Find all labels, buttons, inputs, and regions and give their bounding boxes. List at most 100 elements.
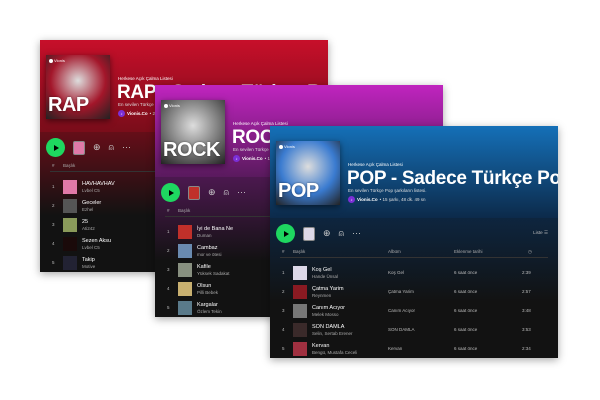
play-button[interactable] xyxy=(276,224,295,243)
col-date[interactable]: Eklenme tarihi xyxy=(454,249,483,254)
add-user-icon[interactable]: ⍝ xyxy=(109,143,114,152)
track-row[interactable]: 5 Kervan Bengü, Mustafa Ceceli Kervan 6 s… xyxy=(280,340,548,358)
more-options-icon[interactable]: ··· xyxy=(237,188,246,197)
now-playing-thumbnail[interactable] xyxy=(303,226,315,241)
playlist-type-label: Herkese Açık Çalma Listesi xyxy=(118,76,173,81)
col-album[interactable]: Albüm xyxy=(388,249,401,254)
playlist-owner: ♪ Vionis.Co • 15 şarkı, 48 dk. 49 sn xyxy=(348,196,426,203)
track-artist[interactable]: Selin, Sertab Erener xyxy=(312,331,353,336)
track-title[interactable]: Olsun xyxy=(197,283,211,289)
playlist-header: Vionis POP Herkese Açık Çalma Listesi PO… xyxy=(270,126,558,218)
now-playing-thumbnail[interactable] xyxy=(73,140,85,155)
track-number: 2 xyxy=(167,248,170,253)
track-artist[interactable]: mor ve ötesi xyxy=(197,252,222,257)
view-mode-label: Liste xyxy=(533,230,543,235)
track-artist[interactable]: Melek Mosso xyxy=(312,312,339,317)
playlist-cover: Vionis POP xyxy=(276,141,340,205)
view-mode-button[interactable]: Liste ☰ xyxy=(533,230,548,236)
col-title[interactable]: Başlık xyxy=(178,208,190,213)
brand-icon xyxy=(49,58,53,63)
download-icon[interactable]: ⊕ xyxy=(208,188,216,197)
track-thumbnail xyxy=(63,180,77,194)
more-options-icon[interactable]: ··· xyxy=(352,229,361,238)
track-duration: 2:39 xyxy=(522,270,531,275)
download-icon[interactable]: ⊕ xyxy=(93,143,101,152)
now-playing-thumbnail[interactable] xyxy=(188,185,200,200)
track-title[interactable]: Cambaz xyxy=(197,245,217,251)
track-artist[interactable]: Duman xyxy=(197,233,212,238)
track-artist[interactable]: Özlem Tekin xyxy=(197,309,222,314)
track-row[interactable]: 2 Çatma Yarim Reynmen Çatma Yarim 6 saat … xyxy=(280,283,548,301)
track-artist[interactable]: Bengü, Mustafa Ceceli xyxy=(312,350,357,355)
track-album[interactable]: SON DAMLA xyxy=(388,327,415,332)
owner-name[interactable]: Vionis.Co xyxy=(242,156,263,161)
track-thumbnail xyxy=(178,244,192,258)
add-user-icon[interactable]: ⍝ xyxy=(224,188,229,197)
track-number: 3 xyxy=(52,222,55,227)
track-artist[interactable]: Yüksek Sadakat xyxy=(197,271,230,276)
track-duration: 3:53 xyxy=(522,327,531,332)
track-artist[interactable]: Reynmen xyxy=(312,293,331,298)
play-button[interactable] xyxy=(161,183,180,202)
track-number: 1 xyxy=(167,229,170,234)
track-title[interactable]: Takip xyxy=(82,257,95,263)
col-number: # xyxy=(52,163,55,168)
track-artist[interactable]: Hande Ünsal xyxy=(312,274,338,279)
track-artist[interactable]: Ezhel xyxy=(82,207,93,212)
track-title[interactable]: Koş Gel xyxy=(312,267,332,273)
track-artist[interactable]: Ati242 xyxy=(82,226,95,231)
action-bar: ⊕ ⍝ ··· xyxy=(161,183,246,202)
track-row[interactable]: 4 SON DAMLA Selin, Sertab Erener SON DAML… xyxy=(280,321,548,339)
track-album[interactable]: Kervan xyxy=(388,346,402,351)
track-number: 3 xyxy=(167,267,170,272)
track-row[interactable]: 1 Koş Gel Hande Ünsal Koş Gel 6 saat önce… xyxy=(280,264,548,282)
track-artist[interactable]: Pilli Bebek xyxy=(197,290,218,295)
track-number: 5 xyxy=(52,260,55,265)
track-title[interactable]: Sezen Aksu xyxy=(82,238,111,244)
brand-icon xyxy=(279,144,283,149)
track-row[interactable]: 3 Canım Acıyor Melek Mosso Canım Acıyor 6… xyxy=(280,302,548,320)
track-title[interactable]: Kargalar xyxy=(197,302,218,308)
playlist-cover: Vionis RAP xyxy=(46,55,110,119)
track-title[interactable]: Kervan xyxy=(312,343,329,349)
action-bar: ⊕ ⍝ ··· xyxy=(276,224,361,243)
playlist-meta: • 15 şarkı, 48 dk. 49 sn xyxy=(379,197,426,202)
brand-logo: Vionis xyxy=(279,144,295,149)
track-album[interactable]: Koş Gel xyxy=(388,270,404,275)
track-date-added: 6 saat önce xyxy=(454,327,478,332)
track-number: 5 xyxy=(167,305,170,310)
more-options-icon[interactable]: ··· xyxy=(122,143,131,152)
col-title[interactable]: Başlık xyxy=(293,249,305,254)
track-title[interactable]: Çatma Yarim xyxy=(312,286,344,292)
play-button[interactable] xyxy=(46,138,65,157)
track-artist[interactable]: Motive xyxy=(82,264,95,269)
track-thumbnail xyxy=(63,237,77,251)
owner-name[interactable]: Vionis.Co xyxy=(127,111,148,116)
owner-name[interactable]: Vionis.Co xyxy=(357,197,378,202)
track-artist[interactable]: Lvbel C5 xyxy=(82,245,100,250)
track-title[interactable]: 25 xyxy=(82,219,88,225)
track-title[interactable]: Geceler xyxy=(82,200,101,206)
col-title[interactable]: Başlık xyxy=(63,163,75,168)
track-title[interactable]: Kafile xyxy=(197,264,211,270)
col-number: # xyxy=(282,249,285,254)
track-title[interactable]: İyi de Bana Ne xyxy=(197,226,233,232)
track-title[interactable]: HAVHAVHAV xyxy=(82,181,115,187)
add-user-icon[interactable]: ⍝ xyxy=(339,229,344,238)
track-title[interactable]: Canım Acıyor xyxy=(312,305,345,311)
col-number: # xyxy=(167,208,170,213)
track-artist[interactable]: Lvbel C5 xyxy=(82,188,100,193)
track-title[interactable]: SON DAMLA xyxy=(312,324,344,330)
playlist-cover: Vionis ROCK xyxy=(161,100,225,164)
track-duration: 3:48 xyxy=(522,308,531,313)
brand-name: Vionis xyxy=(54,58,65,63)
brand-icon xyxy=(164,103,168,108)
download-icon[interactable]: ⊕ xyxy=(323,229,331,238)
playlist-description: En sevilen Türkçe Pop şarkıların listesi… xyxy=(348,188,427,193)
track-thumbnail xyxy=(293,266,307,280)
track-duration: 2:57 xyxy=(522,289,531,294)
track-album[interactable]: Çatma Yarim xyxy=(388,289,414,294)
track-number: 4 xyxy=(52,241,55,246)
track-number: 3 xyxy=(282,308,285,313)
track-album[interactable]: Canım Acıyor xyxy=(388,308,415,313)
